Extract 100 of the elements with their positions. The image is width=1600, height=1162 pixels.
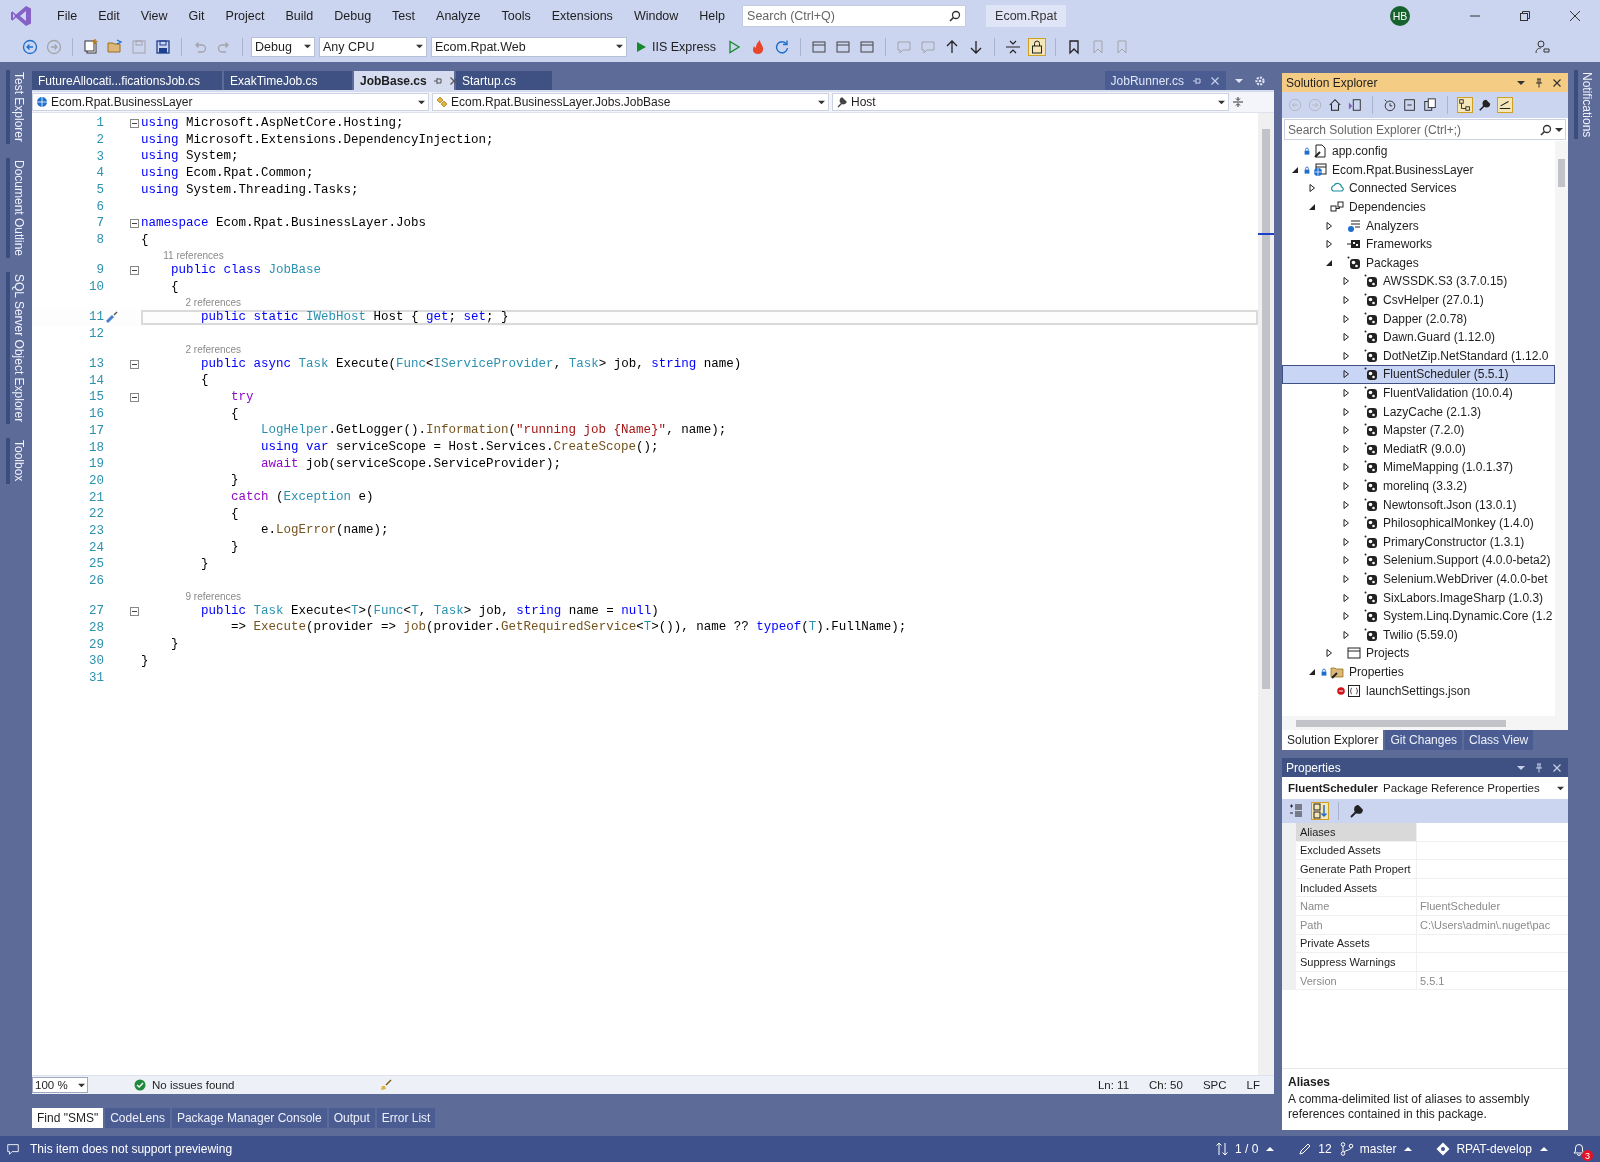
expanded-arrow-icon[interactable] bbox=[1291, 165, 1299, 174]
tree-item[interactable]: app.config bbox=[1282, 142, 1555, 161]
menu-item[interactable]: Tools bbox=[491, 8, 542, 23]
expanded-arrow-icon[interactable] bbox=[1308, 203, 1316, 212]
tree-item[interactable]: Projects bbox=[1282, 644, 1555, 663]
window-icon[interactable] bbox=[834, 38, 851, 55]
property-row[interactable]: Path C:\Users\admin\.nuget\pac bbox=[1296, 915, 1568, 935]
open-folder-icon[interactable] bbox=[107, 38, 123, 55]
collapsed-arrow-icon[interactable] bbox=[1308, 184, 1316, 193]
menu-item[interactable]: Test bbox=[382, 8, 427, 23]
tree-item[interactable]: launchSettings.json bbox=[1282, 681, 1555, 700]
wrench-icon[interactable] bbox=[1349, 803, 1365, 819]
startup-project-dropdown[interactable]: Ecom.Rpat.Web bbox=[431, 36, 627, 57]
tool-window-tab[interactable]: Notifications bbox=[1574, 70, 1594, 140]
document-tab[interactable]: Startup.cs bbox=[456, 71, 552, 90]
tree-item[interactable]: Newtonsoft.Json (13.0.1) bbox=[1282, 495, 1555, 514]
tree-item[interactable]: morelinq (3.3.2) bbox=[1282, 476, 1555, 496]
collapsed-arrow-icon[interactable] bbox=[1342, 500, 1350, 509]
collapsed-arrow-icon[interactable] bbox=[1325, 221, 1333, 230]
tool-window-tab[interactable]: Test Explorer bbox=[6, 70, 26, 145]
object-dropdown[interactable]: FluentScheduler Package Reference Properties bbox=[1282, 777, 1568, 799]
tool-window-tab[interactable]: SQL Server Object Explorer bbox=[6, 272, 26, 425]
tool-window-tab[interactable]: Toolbox bbox=[6, 438, 26, 484]
collapsed-arrow-icon[interactable] bbox=[1342, 593, 1350, 602]
menu-item[interactable]: View bbox=[130, 8, 179, 23]
line-indicator[interactable]: Ln: 11 bbox=[1097, 1079, 1130, 1091]
categorized-icon[interactable] bbox=[1288, 803, 1304, 819]
pin-icon[interactable] bbox=[1534, 77, 1544, 88]
menu-item[interactable]: Edit bbox=[88, 8, 131, 23]
tree-item[interactable]: Selenium.WebDriver (4.0.0-bet bbox=[1282, 569, 1555, 589]
search-input[interactable]: Search (Ctrl+Q) bbox=[743, 7, 950, 24]
tree-item[interactable]: FluentValidation (10.0.4) bbox=[1282, 383, 1555, 403]
tool-window-tab[interactable]: Output bbox=[328, 1108, 375, 1128]
property-row[interactable]: Aliases bbox=[1296, 823, 1568, 842]
preview-icon[interactable] bbox=[1498, 98, 1512, 112]
menu-item[interactable]: Window bbox=[623, 8, 690, 23]
brush-icon[interactable] bbox=[380, 1079, 393, 1091]
collapsed-arrow-icon[interactable] bbox=[1342, 370, 1350, 379]
panel-tab[interactable]: Solution Explorer bbox=[1282, 730, 1384, 750]
document-tab[interactable]: FutureAllocati...ficationsJob.cs bbox=[32, 71, 222, 90]
property-row[interactable]: Version 5.5.1 bbox=[1296, 971, 1568, 991]
tree-item[interactable]: PrimaryConstructor (1.3.1) bbox=[1282, 532, 1555, 552]
codelens-link[interactable]: 11 references bbox=[163, 249, 224, 261]
menu-item[interactable]: Help bbox=[689, 8, 737, 23]
tree-item[interactable]: System.Linq.Dynamic.Core (1.2 bbox=[1282, 606, 1555, 626]
tool-window-tab[interactable]: Document Outline bbox=[6, 158, 26, 259]
tree-item[interactable]: Properties bbox=[1282, 662, 1555, 682]
collapsed-arrow-icon[interactable] bbox=[1325, 649, 1333, 658]
collapse-toggle-icon[interactable] bbox=[130, 359, 139, 369]
tree-item[interactable]: FluentScheduler (5.5.1) bbox=[1282, 365, 1555, 384]
tree-item[interactable]: Dawn.Guard (1.12.0) bbox=[1282, 327, 1555, 347]
tree-item[interactable]: Selenium.Support (4.0.0-beta2) bbox=[1282, 551, 1555, 570]
collapsed-arrow-icon[interactable] bbox=[1342, 277, 1350, 286]
collapsed-arrow-icon[interactable] bbox=[1342, 407, 1350, 416]
collapsed-arrow-icon[interactable] bbox=[1342, 612, 1350, 621]
collapse-toggle-icon[interactable] bbox=[130, 218, 139, 228]
property-row[interactable]: Generate Path Propert bbox=[1296, 860, 1568, 879]
property-row[interactable]: Name FluentScheduler bbox=[1296, 897, 1568, 916]
tree-view-icon[interactable] bbox=[1458, 98, 1472, 112]
tree-item[interactable]: LazyCache (2.1.3) bbox=[1282, 402, 1555, 421]
user-avatar[interactable]: HB bbox=[1390, 5, 1410, 26]
collapsed-arrow-icon[interactable] bbox=[1342, 556, 1350, 565]
caret-up-icon[interactable] bbox=[1540, 1145, 1548, 1153]
notification-bell-icon[interactable] bbox=[1572, 1142, 1586, 1156]
tree-item[interactable]: MediatR (9.0.0) bbox=[1282, 439, 1555, 459]
tree-item[interactable]: SixLabors.ImageSharp (1.0.3) bbox=[1282, 588, 1555, 607]
collapsed-arrow-icon[interactable] bbox=[1342, 314, 1350, 323]
menu-item[interactable]: Git bbox=[178, 8, 216, 23]
collapse-toggle-icon[interactable] bbox=[130, 606, 139, 616]
collapsed-arrow-icon[interactable] bbox=[1342, 296, 1350, 305]
collapse-toggle-icon[interactable] bbox=[130, 392, 139, 402]
wrench-icon[interactable] bbox=[1478, 98, 1492, 112]
menu-item[interactable]: Project bbox=[215, 8, 276, 23]
back-icon[interactable] bbox=[22, 38, 38, 55]
menu-item[interactable]: Build bbox=[275, 8, 325, 23]
pin-icon[interactable] bbox=[432, 75, 443, 86]
search-field[interactable]: Search (Ctrl+Q) bbox=[742, 4, 967, 27]
property-row[interactable]: Private Assets bbox=[1296, 934, 1568, 954]
issues-status[interactable]: No issues found bbox=[152, 1079, 235, 1091]
copy-icon[interactable] bbox=[1423, 98, 1437, 112]
menu-item[interactable]: Debug bbox=[324, 8, 383, 23]
document-icon[interactable] bbox=[858, 38, 875, 55]
collapsed-arrow-icon[interactable] bbox=[1342, 630, 1350, 639]
switch-views-icon[interactable] bbox=[1348, 98, 1362, 112]
codelens-link[interactable]: 2 references bbox=[185, 343, 242, 355]
expanded-arrow-icon[interactable] bbox=[1325, 258, 1333, 267]
tree-item[interactable]: AWSSDK.S3 (3.7.0.15) bbox=[1282, 272, 1555, 291]
indentation-indicator[interactable]: SPC bbox=[1202, 1079, 1227, 1091]
collapsed-arrow-icon[interactable] bbox=[1342, 519, 1350, 528]
collapsed-arrow-icon[interactable] bbox=[1342, 574, 1350, 583]
split-icon[interactable] bbox=[1232, 96, 1244, 108]
save-all-icon[interactable] bbox=[155, 38, 171, 55]
tree-item[interactable]: CsvHelper (27.0.1) bbox=[1282, 290, 1555, 310]
menu-item[interactable]: File bbox=[47, 8, 89, 23]
panel-tab[interactable]: Class View bbox=[1464, 730, 1534, 750]
tree-item[interactable]: PhilosophicalMonkey (1.4.0) bbox=[1282, 513, 1555, 533]
collapsed-arrow-icon[interactable] bbox=[1342, 389, 1350, 397]
tool-window-tab[interactable]: Package Manager Console bbox=[171, 1108, 327, 1128]
collapsed-arrow-icon[interactable] bbox=[1342, 444, 1350, 453]
collapse-icon[interactable] bbox=[1004, 38, 1021, 55]
